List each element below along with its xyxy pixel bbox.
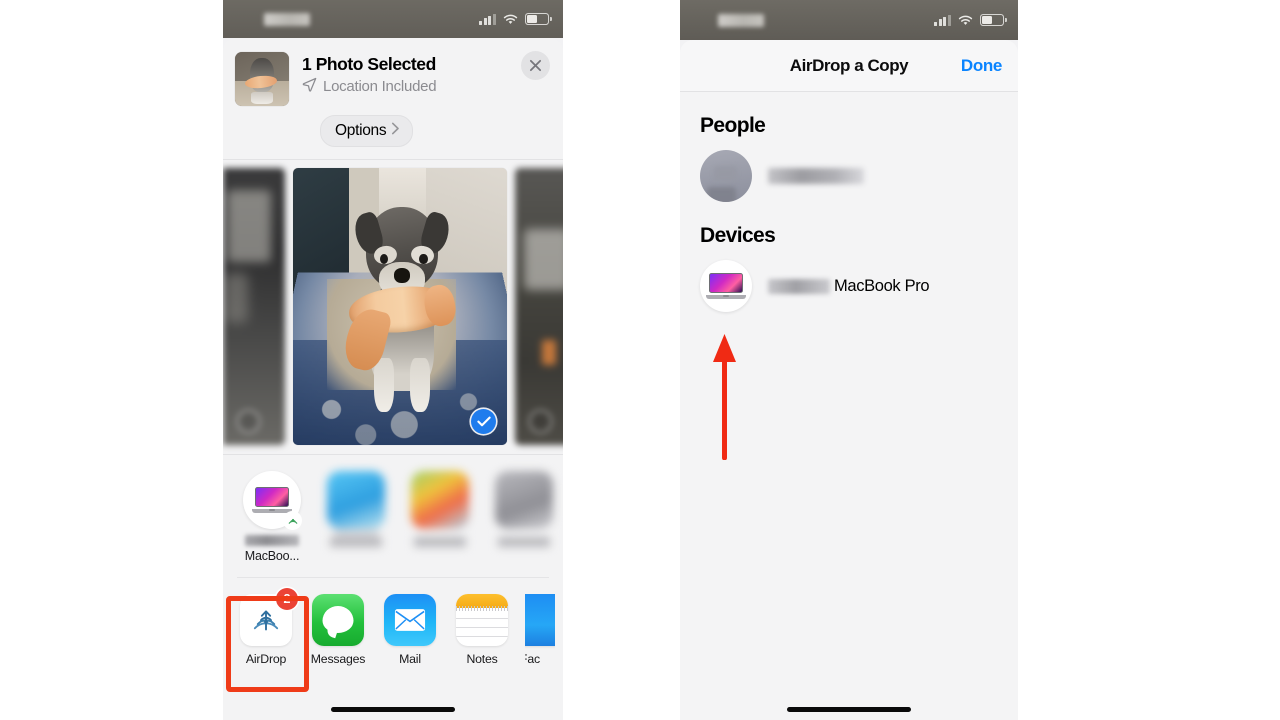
options-row: Options: [223, 106, 563, 159]
suggestion-blurred-3[interactable]: [489, 471, 559, 563]
photo-carousel[interactable]: [223, 160, 563, 454]
photo-dog-with-toy[interactable]: [293, 168, 507, 445]
app-facetime[interactable]: Fac: [525, 594, 555, 666]
share-sheet-header: 1 Photo Selected Location Included: [223, 38, 563, 106]
contact-suggestion-icon: [411, 471, 469, 529]
app-label: Notes: [466, 652, 498, 666]
page-title: AirDrop a Copy: [789, 55, 909, 75]
device-row-macbook-pro[interactable]: MacBook Pro: [680, 248, 1018, 312]
macbook-pro-icon: [700, 260, 752, 312]
app-mail[interactable]: Mail: [381, 594, 439, 666]
share-suggestions-row[interactable]: MacBoo...: [223, 455, 563, 577]
right-status-bar: [680, 0, 1018, 40]
photo-select-circle[interactable]: [529, 410, 552, 433]
suggestion-owner-blurred: [245, 535, 299, 546]
notes-icon: [456, 594, 508, 646]
page-title: 1 Photo Selected: [302, 54, 436, 74]
wifi-icon: [503, 14, 518, 25]
cellular-signal-icon: [934, 14, 951, 26]
photo-selected-checkmark[interactable]: [471, 409, 496, 434]
suggestion-label: MacBoo...: [244, 549, 300, 563]
macbook-pro-icon: [243, 471, 302, 530]
devices-heading: Devices: [700, 224, 776, 247]
screenshot-stage: 1 Photo Selected Location Included Optio…: [0, 0, 1280, 720]
people-row[interactable]: [680, 138, 1018, 202]
home-indicator: [331, 707, 455, 712]
photo-previous[interactable]: [223, 168, 285, 445]
app-notes[interactable]: Notes: [453, 594, 511, 666]
done-button[interactable]: Done: [961, 56, 1002, 76]
people-heading: People: [700, 114, 766, 137]
device-owner-blurred: [768, 278, 830, 294]
contact-suggestion-icon: [495, 471, 553, 529]
device-label-group: MacBook Pro: [768, 276, 930, 296]
pointer-arrow-to-macbook-device: [713, 334, 736, 460]
status-bar-time: [264, 12, 310, 26]
location-included-label: Location Included: [323, 78, 437, 96]
facetime-icon: [525, 594, 555, 646]
messages-icon: [312, 594, 364, 646]
device-name: MacBook Pro: [834, 276, 930, 295]
suggestion-macbook[interactable]: MacBoo...: [237, 471, 307, 563]
mail-icon: [384, 594, 436, 646]
suggestion-blurred-2[interactable]: [405, 471, 475, 563]
battery-icon: [525, 13, 552, 25]
suggestion-label-blurred: [414, 537, 466, 547]
suggestion-blurred-1[interactable]: [321, 471, 391, 563]
app-label: Mail: [399, 652, 421, 666]
airdrop-sheet-header: AirDrop a Copy Done: [680, 40, 1018, 92]
suggestion-label-blurred: [330, 537, 382, 547]
chevron-right-icon: [391, 122, 400, 140]
status-bar-indicators: [934, 14, 1007, 26]
person-name-blurred: [768, 168, 864, 184]
dog-photo-image: [293, 168, 507, 445]
left-status-bar: [223, 0, 563, 38]
airdrop-icon: [283, 511, 302, 530]
app-label: Fac: [525, 652, 540, 666]
suggestion-label-blurred: [498, 537, 550, 547]
app-messages[interactable]: Messages: [309, 594, 367, 666]
location-arrow-icon: [302, 77, 317, 96]
airdrop-app-highlight: [226, 596, 309, 692]
battery-icon: [980, 14, 1007, 26]
photo-next[interactable]: [515, 168, 563, 445]
home-indicator: [787, 707, 911, 712]
options-button[interactable]: Options: [320, 115, 414, 147]
selected-photo-thumbnail[interactable]: [235, 52, 289, 106]
wifi-icon: [958, 15, 973, 26]
status-bar-indicators: [479, 13, 552, 25]
options-button-label: Options: [335, 122, 387, 139]
person-avatar: [700, 150, 752, 202]
app-label: Messages: [310, 652, 366, 666]
contact-suggestion-icon: [327, 471, 385, 529]
share-sheet-titles: 1 Photo Selected Location Included: [302, 52, 549, 96]
cellular-signal-icon: [479, 13, 496, 25]
close-icon[interactable]: [521, 51, 550, 80]
photo-select-circle[interactable]: [237, 410, 260, 433]
location-included-row: Location Included: [302, 77, 549, 96]
status-bar-time: [718, 13, 764, 27]
